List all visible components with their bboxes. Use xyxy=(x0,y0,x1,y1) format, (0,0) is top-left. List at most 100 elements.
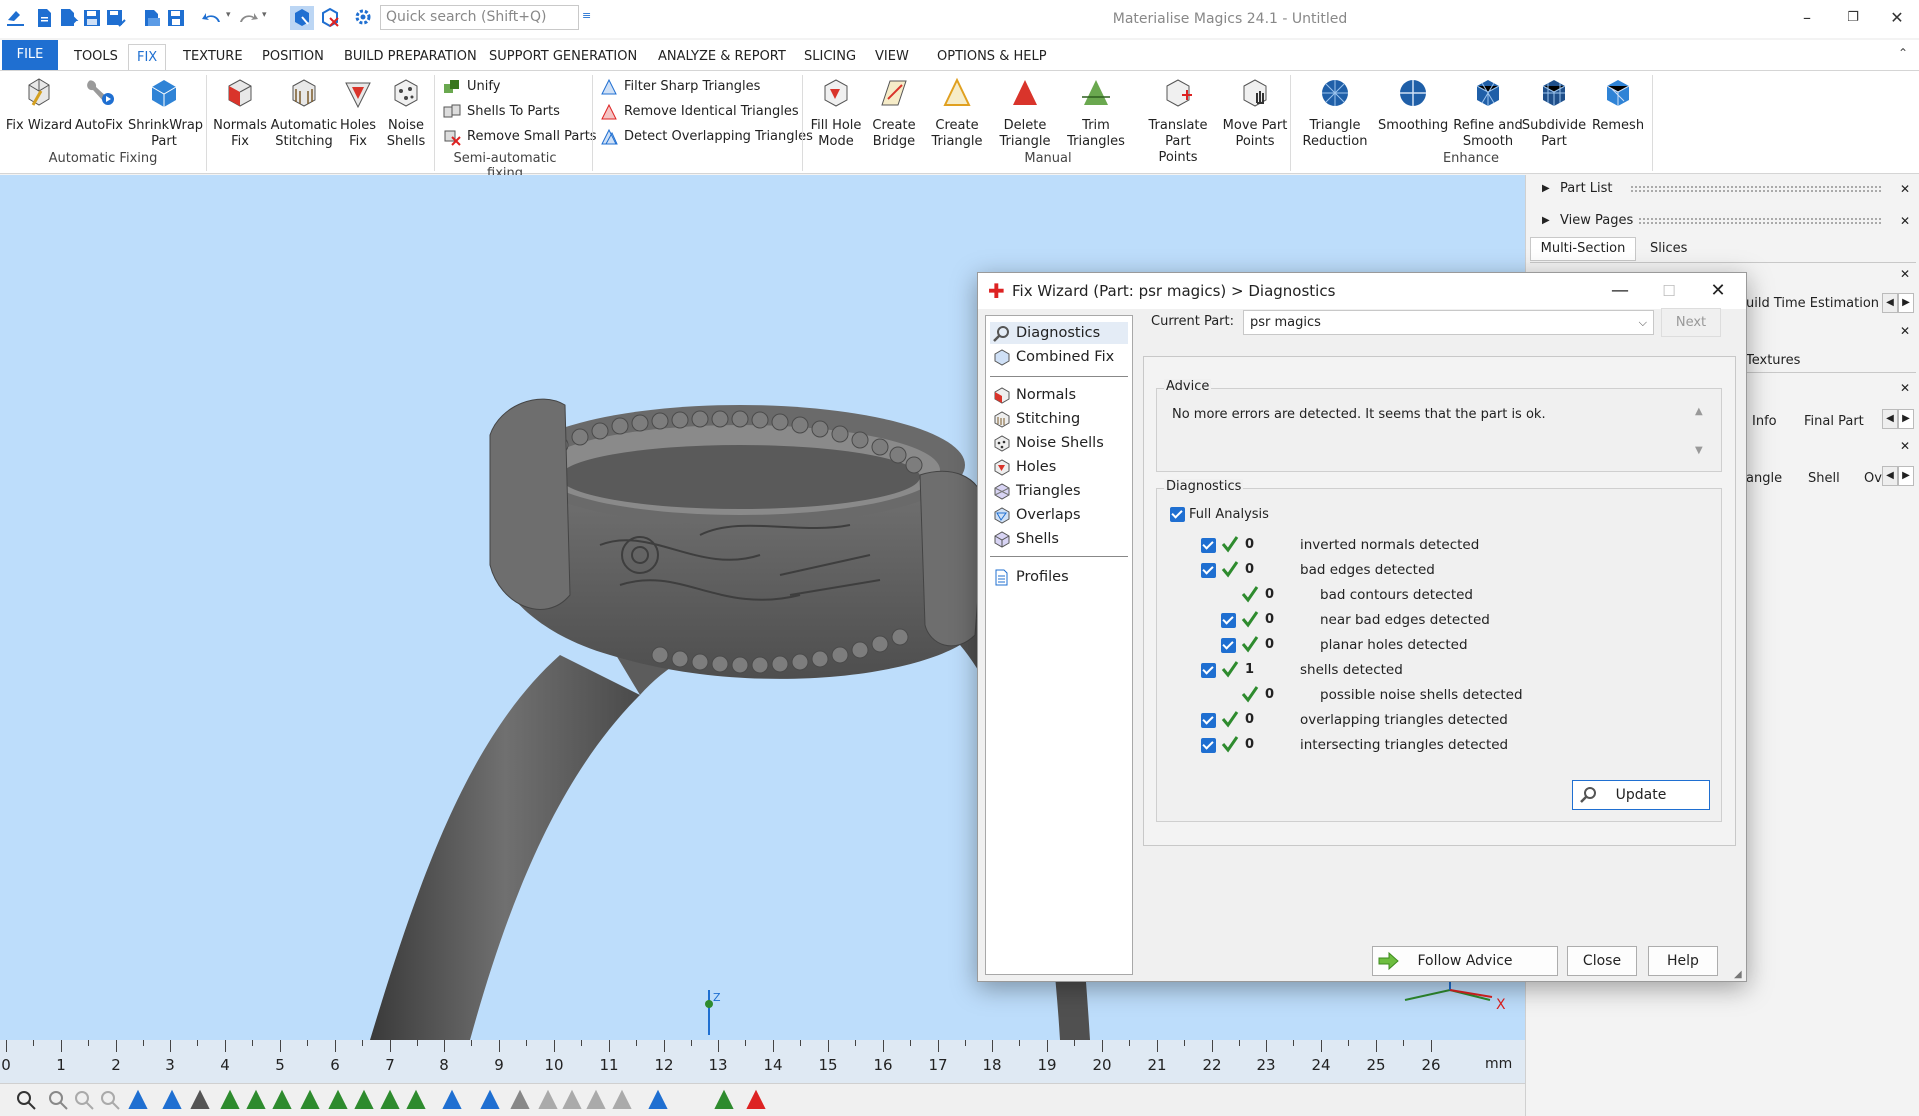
quick-search-input[interactable]: Quick search (Shift+Q) xyxy=(380,5,579,30)
close-panel-icon[interactable]: ✕ xyxy=(1900,381,1910,395)
dialog-minimize-button[interactable]: — xyxy=(1597,273,1643,309)
collapse-ribbon-icon[interactable]: ⌃ xyxy=(1898,46,1908,60)
follow-advice-button[interactable]: Follow Advice xyxy=(1372,946,1558,976)
zoom-selected-icon[interactable] xyxy=(98,1088,122,1112)
surface-mark-icon[interactable] xyxy=(270,1088,294,1112)
close-view-pages-icon[interactable]: ✕ xyxy=(1900,208,1910,234)
triangle-selected-icon[interactable] xyxy=(712,1088,736,1112)
restore-button[interactable]: ❐ xyxy=(1833,5,1873,31)
redo-dropdown-icon[interactable]: ▾ xyxy=(262,10,267,20)
nav-profiles[interactable]: Profiles xyxy=(990,566,1128,588)
nav-shells[interactable]: Shells xyxy=(990,528,1128,550)
automatic-stitching-button[interactable]: Automatic Stitching xyxy=(270,75,338,150)
wireframe-icon[interactable] xyxy=(478,1088,502,1112)
scroll-right-icon[interactable]: ▶ xyxy=(1898,466,1914,486)
triangle-mark-icon[interactable] xyxy=(218,1088,242,1112)
tab-texture[interactable]: TEXTURE xyxy=(175,44,251,70)
diagnostic-checkbox[interactable] xyxy=(1201,538,1216,553)
contour-mark-icon[interactable] xyxy=(326,1088,350,1112)
part-list-header[interactable]: ▶ Part List ✕ xyxy=(1526,176,1919,202)
resize-grip-icon[interactable]: ◢ xyxy=(1734,969,1742,980)
close-window-button[interactable]: ✕ xyxy=(1877,5,1917,31)
save-as-icon[interactable] xyxy=(104,6,128,30)
tab-position[interactable]: POSITION xyxy=(254,44,332,70)
move-part-points-button[interactable]: Move Part Points xyxy=(1222,75,1288,150)
wave-mark-icon[interactable] xyxy=(352,1088,376,1112)
magics-logo-icon[interactable] xyxy=(4,6,28,30)
scroll-up-icon[interactable]: ▲ xyxy=(1695,406,1703,417)
dialog-maximize-button[interactable]: ☐ xyxy=(1646,273,1692,309)
view-pages-header[interactable]: ▶ View Pages ✕ xyxy=(1526,208,1919,234)
tab-build-preparation[interactable]: BUILD PREPARATION xyxy=(336,44,485,70)
part-mark-icon[interactable] xyxy=(440,1088,464,1112)
tab-triangle[interactable]: angle xyxy=(1746,471,1782,486)
zoom-all-icon[interactable] xyxy=(72,1088,96,1112)
plane-mark-icon[interactable] xyxy=(244,1088,268,1112)
smoothing-button[interactable]: Smoothing xyxy=(1378,75,1448,134)
view-box-icon[interactable] xyxy=(188,1088,212,1112)
diagnostic-checkbox[interactable] xyxy=(1201,563,1216,578)
close-panel-icon[interactable]: ✕ xyxy=(1900,439,1910,453)
diagnostic-checkbox[interactable] xyxy=(1221,613,1236,628)
tab-info[interactable]: Info xyxy=(1752,414,1777,429)
close-panel-icon[interactable]: ✕ xyxy=(1900,324,1910,338)
view-cube-icon[interactable] xyxy=(126,1088,150,1112)
undo-dropdown-icon[interactable]: ▾ xyxy=(226,10,231,20)
zoom-window-icon[interactable] xyxy=(46,1088,70,1112)
dialog-title-bar[interactable]: ✚ Fix Wizard (Part: psr magics) > Diagno… xyxy=(978,273,1746,309)
scroll-left-icon[interactable]: ◀ xyxy=(1882,409,1898,429)
triangle-outline-icon[interactable] xyxy=(610,1088,634,1112)
update-button[interactable]: Update xyxy=(1572,780,1710,810)
scroll-left-icon[interactable]: ◀ xyxy=(1882,466,1898,486)
settings-gear-icon[interactable] xyxy=(352,6,376,30)
fix-wizard-button[interactable]: Fix Wizard xyxy=(4,75,74,134)
nav-stitching[interactable]: Stitching xyxy=(990,408,1128,430)
normals-fix-button[interactable]: Normals Fix xyxy=(210,75,270,150)
tab-file[interactable]: FILE xyxy=(2,40,58,70)
unify-button[interactable]: Unify xyxy=(443,77,500,97)
tab-overlap[interactable]: Ov xyxy=(1864,471,1882,486)
close-button[interactable]: Close xyxy=(1567,946,1637,976)
next-button[interactable]: Next xyxy=(1661,308,1721,337)
tab-view[interactable]: VIEW xyxy=(867,44,917,70)
nav-diagnostics[interactable]: Diagnostics xyxy=(990,322,1128,344)
detect-overlapping-triangles-button[interactable]: Detect Overlapping Triangles xyxy=(600,127,813,147)
tab-shell[interactable]: Shell xyxy=(1808,471,1840,486)
nav-triangles[interactable]: Triangles xyxy=(990,480,1128,502)
save-project-icon[interactable] xyxy=(164,6,188,30)
search-options-icon[interactable]: ≡ xyxy=(582,9,591,22)
tab-options-help[interactable]: OPTIONS & HELP xyxy=(929,44,1055,70)
minimize-button[interactable]: – xyxy=(1787,5,1827,31)
nav-overlaps[interactable]: Overlaps xyxy=(990,504,1128,526)
full-analysis-checkbox[interactable] xyxy=(1170,507,1185,522)
remove-small-parts-button[interactable]: Remove Small Parts xyxy=(443,127,597,147)
shrinkwrap-part-button[interactable]: ShrinkWrap Part xyxy=(128,75,203,150)
close-part-list-icon[interactable]: ✕ xyxy=(1900,176,1910,202)
tab-slicing[interactable]: SLICING xyxy=(796,44,864,70)
close-panel-icon[interactable]: ✕ xyxy=(1900,267,1910,281)
tab-multi-section[interactable]: Multi-Section xyxy=(1530,237,1636,261)
create-bridge-button[interactable]: Create Bridge xyxy=(868,75,920,150)
tab-analyze-report[interactable]: ANALYZE & REPORT xyxy=(650,44,794,70)
triangle-reduction-button[interactable]: Triangle Reduction xyxy=(1296,75,1374,150)
autofix-button[interactable]: AutoFix xyxy=(74,75,124,134)
tab-final-part[interactable]: Final Part xyxy=(1804,414,1864,429)
mark-area-icon[interactable] xyxy=(404,1088,428,1112)
scroll-right-icon[interactable]: ▶ xyxy=(1898,293,1914,313)
zoom-icon[interactable] xyxy=(14,1088,38,1112)
nav-normals[interactable]: Normals xyxy=(990,384,1128,406)
tab-fix[interactable]: FIX xyxy=(128,44,167,70)
diagnostic-checkbox[interactable] xyxy=(1201,663,1216,678)
view-front-icon[interactable] xyxy=(160,1088,184,1112)
curve-mark-icon[interactable] xyxy=(378,1088,402,1112)
import-icon[interactable] xyxy=(140,6,164,30)
tab-support-generation[interactable]: SUPPORT GENERATION xyxy=(481,44,645,70)
tab-tools[interactable]: TOOLS xyxy=(66,44,126,70)
save-icon[interactable] xyxy=(80,6,104,30)
refine-and-smooth-button[interactable]: Refine and Smooth xyxy=(1450,75,1526,150)
shells-to-parts-button[interactable]: Shells To Parts xyxy=(443,102,560,122)
fill-hole-mode-button[interactable]: Fill Hole Mode xyxy=(806,75,866,150)
new-file-icon[interactable] xyxy=(32,6,56,30)
subdivide-part-button[interactable]: Subdivide Part xyxy=(1518,75,1590,150)
noise-shells-button[interactable]: Noise Shells xyxy=(384,75,428,150)
